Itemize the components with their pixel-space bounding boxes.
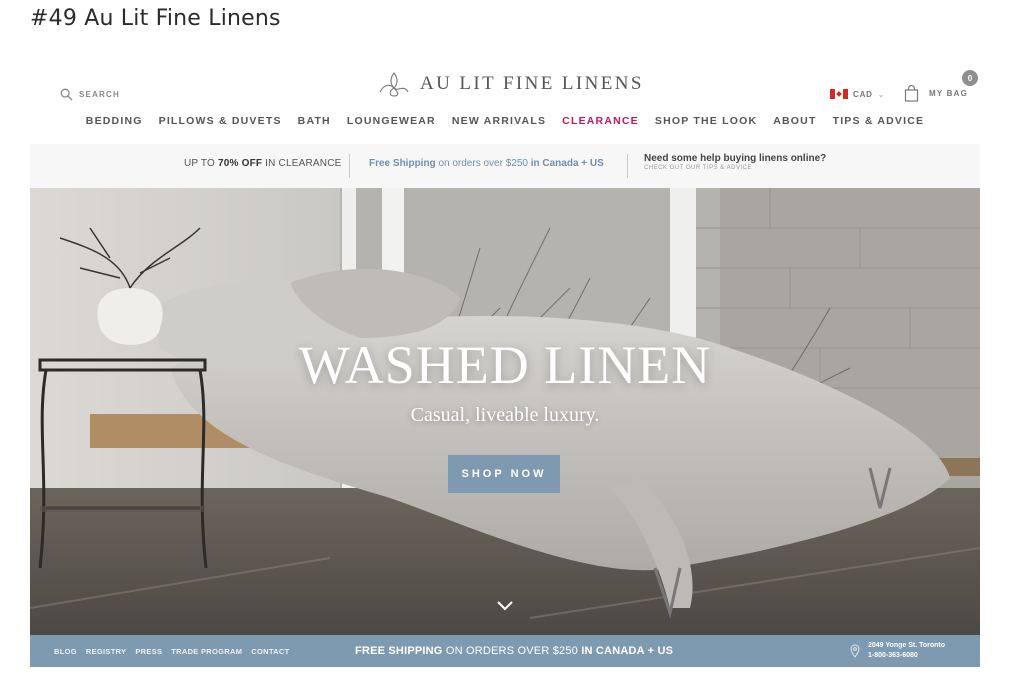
search-icon	[60, 88, 73, 101]
currency-selector[interactable]: CAD ⌄	[830, 89, 884, 99]
location-pin-icon	[850, 644, 860, 658]
shopping-bag-icon	[904, 85, 919, 102]
promo-strip: UP TO 70% OFF IN CLEARANCE Free Shipping…	[30, 144, 980, 188]
footer-link-trade-program[interactable]: TRADE PROGRAM	[171, 647, 242, 656]
nav-new-arrivals[interactable]: NEW ARRIVALS	[452, 115, 546, 127]
nav-shop-the-look[interactable]: SHOP THE LOOK	[655, 115, 757, 127]
shop-now-button[interactable]: SHOP NOW	[448, 455, 560, 493]
promo-divider	[349, 154, 350, 178]
footer-address[interactable]: 2049 Yonge St. Toronto 1-800-363-6080	[850, 641, 945, 661]
hero-subtitle: Casual, liveable luxury.	[410, 404, 600, 426]
clearance-promo[interactable]: UP TO 70% OFF IN CLEARANCE	[184, 158, 342, 169]
clearance-promo-percent: 70% OFF	[218, 158, 263, 169]
shipping-promo-free: Free Shipping	[369, 158, 436, 169]
hero-title: WASHED LINEN	[298, 335, 712, 395]
footer-shipping-threshold: ON ORDERS OVER $250	[442, 645, 582, 657]
nav-loungewear[interactable]: LOUNGEWEAR	[347, 115, 436, 127]
nav-tips-advice[interactable]: TIPS & ADVICE	[833, 115, 925, 127]
scroll-down-chevron-icon[interactable]	[496, 600, 514, 612]
footer-bar: BLOG REGISTRY PRESS TRADE PROGRAM CONTAC…	[30, 635, 980, 667]
footer-shipping-region: IN CANADA + US	[581, 645, 674, 657]
page-heading: #49 Au Lit Fine Linens	[30, 6, 281, 31]
footer-address-phone: 1-800-363-6080	[868, 652, 918, 659]
nav-about[interactable]: ABOUT	[773, 115, 816, 127]
footer-links: BLOG REGISTRY PRESS TRADE PROGRAM CONTAC…	[54, 647, 289, 656]
logo[interactable]: AU LIT FINE LINENS	[376, 70, 644, 98]
footer-shipping-free: FREE SHIPPING	[355, 645, 443, 657]
nav-bedding[interactable]: BEDDING	[86, 115, 143, 127]
currency-label: CAD	[853, 89, 873, 99]
clearance-promo-suffix: IN CLEARANCE	[262, 158, 342, 169]
footer-link-press[interactable]: PRESS	[135, 647, 162, 656]
my-bag-label: MY BAG	[929, 89, 969, 98]
my-bag-button[interactable]: MY BAG	[904, 85, 968, 102]
main-nav: BEDDING PILLOWS & DUVETS BATH LOUNGEWEAR…	[30, 115, 980, 127]
search-label: SEARCH	[79, 90, 120, 99]
chevron-down-icon: ⌄	[877, 89, 885, 99]
search-button[interactable]: SEARCH	[60, 88, 120, 101]
shipping-promo-region: in Canada + US	[530, 158, 604, 169]
logo-text: AU LIT FINE LINENS	[420, 73, 644, 94]
nav-bath[interactable]: BATH	[298, 115, 331, 127]
logo-monogram-icon	[379, 72, 409, 97]
website-frame: SEARCH AU LIT FINE LINENS CAD ⌄ MY BAG 0…	[30, 52, 980, 667]
help-promo-subtitle: CHECK OUT OUR TIPS & ADVICE	[644, 165, 752, 171]
clearance-promo-prefix: UP TO	[184, 158, 218, 169]
footer-link-contact[interactable]: CONTACT	[251, 647, 289, 656]
bag-count-badge: 0	[962, 70, 978, 86]
shipping-promo-threshold: on orders over $250	[435, 158, 531, 169]
canada-flag-icon	[830, 89, 848, 99]
help-promo[interactable]: Need some help buying linens online? CHE…	[644, 153, 826, 171]
footer-address-street: 2049 Yonge St. Toronto	[868, 642, 946, 649]
footer-link-registry[interactable]: REGISTRY	[86, 647, 126, 656]
hero-banner: WASHED LINEN Casual, liveable luxury. SH…	[30, 188, 980, 635]
shipping-promo[interactable]: Free Shipping on orders over $250 in Can…	[369, 158, 604, 169]
footer-link-blog[interactable]: BLOG	[54, 647, 77, 656]
nav-clearance[interactable]: CLEARANCE	[562, 115, 639, 127]
nav-pillows-duvets[interactable]: PILLOWS & DUVETS	[159, 115, 282, 127]
help-promo-title: Need some help buying linens online?	[644, 153, 827, 164]
footer-shipping-text: FREE SHIPPING ON ORDERS OVER $250 IN CAN…	[355, 645, 673, 657]
promo-divider	[627, 154, 628, 178]
